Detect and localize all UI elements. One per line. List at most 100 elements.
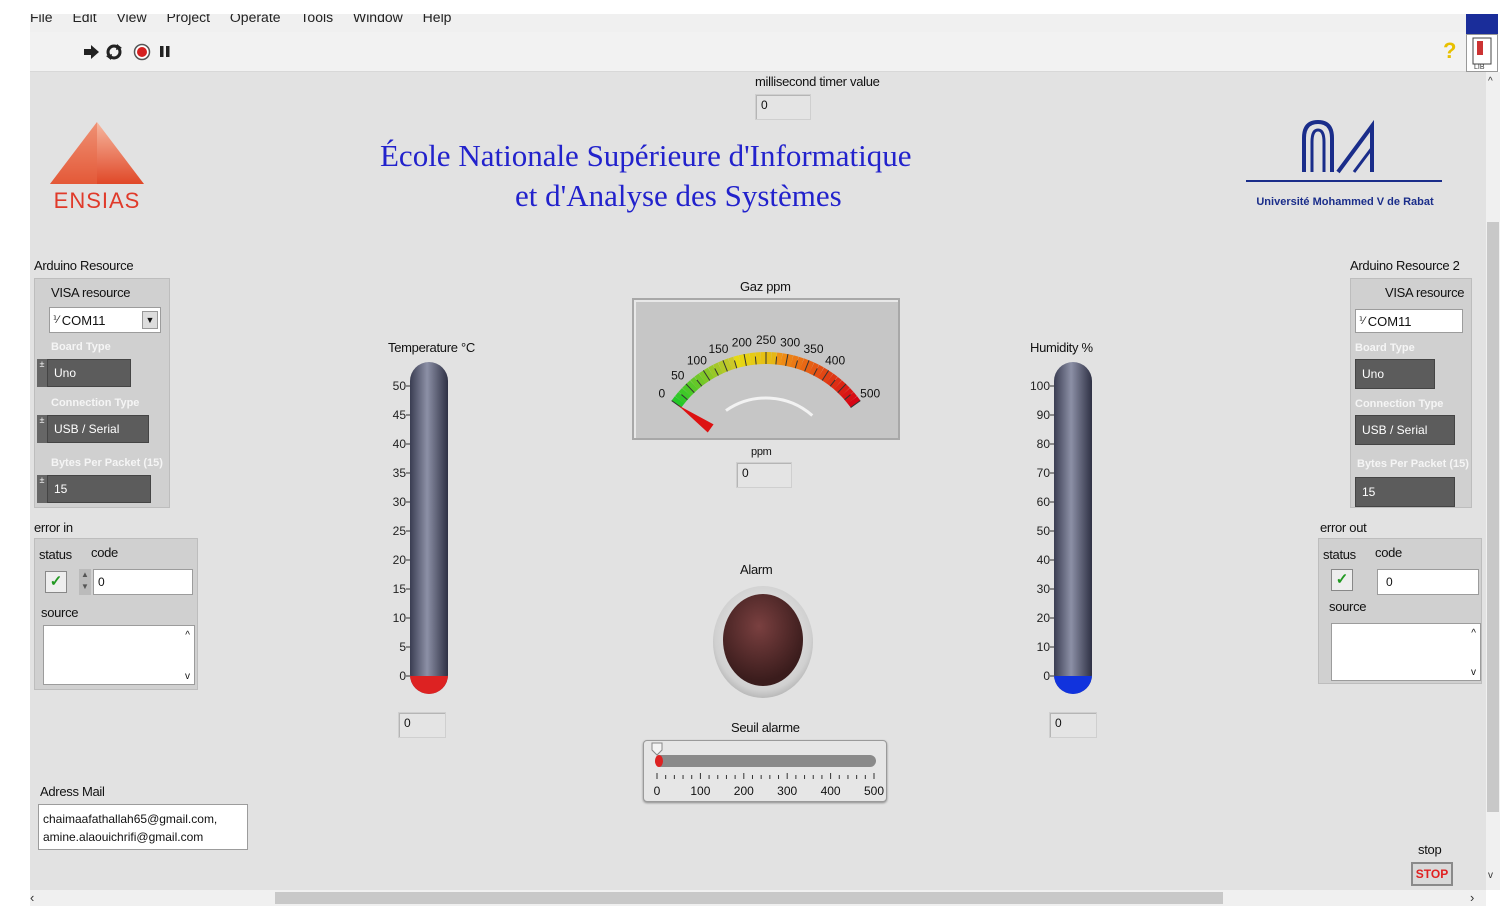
gauge-tick-label: 0 (658, 387, 665, 401)
timer-value: 0 (755, 94, 811, 120)
connection-type-stepper[interactable]: ± (37, 415, 47, 443)
alarm-led (713, 586, 813, 698)
board-type-stepper[interactable]: ± (37, 359, 47, 387)
gauge-color-band (674, 392, 688, 404)
university-name: Université Mohammed V de Rabat (1256, 196, 1434, 208)
menu-bar: File Edit View Project Operate Tools Win… (30, 14, 1466, 32)
horizontal-scrollbar[interactable]: ‹ › (30, 890, 1486, 906)
humidity-tick-label: 20 (1037, 611, 1051, 625)
gauge-color-band (698, 370, 710, 384)
adress-mail-line2: amine.alaouichrifi@gmail.com (43, 830, 204, 844)
temperature-value: 0 (398, 712, 446, 738)
gas-gauge: 0 50 100 150 200 250 300 350 400 500 (632, 298, 900, 440)
scroll-up-icon[interactable]: ^ (1471, 628, 1476, 639)
ensias-logo: ENSIAS (34, 118, 160, 218)
gauge-color-band (817, 367, 829, 381)
error-out-status-checkmark-icon: ✓ (1331, 569, 1353, 591)
menu-project[interactable]: Project (166, 14, 210, 25)
gauge-color-band (671, 396, 685, 408)
gauge-tick-label: 100 (687, 353, 707, 367)
vertical-scrollbar[interactable]: ^ v (1486, 72, 1500, 890)
gauge-color-band (775, 352, 783, 366)
bytes-per-packet-2-label: Bytes Per Packet (15) (1357, 458, 1469, 470)
gauge-color-band (795, 356, 804, 370)
bytes-per-packet-stepper[interactable]: ± (37, 475, 47, 503)
error-in-code-stepper[interactable]: ▲ ▼ (79, 569, 91, 595)
gauge-color-band (822, 370, 834, 384)
vertical-scroll-thumb[interactable] (1487, 222, 1499, 812)
stop-button[interactable]: STOP (1411, 862, 1453, 886)
arduino-resource-2-cluster: VISA resource ⅟ COM11 Board Type Uno Con… (1350, 278, 1472, 508)
slider-thumb[interactable] (651, 742, 663, 756)
run-continuously-icon[interactable] (105, 43, 123, 61)
humidity-thermometer: 1009080706050403020100 (1030, 362, 1092, 694)
slider-tick-label: 0 (654, 784, 661, 798)
error-out-label: error out (1320, 520, 1367, 535)
help-icon[interactable]: ? (1443, 38, 1456, 64)
error-out-code-value: 0 (1377, 569, 1479, 595)
gauge-color-band (833, 380, 846, 393)
error-in-code-label: code (91, 545, 118, 560)
humidity-tick-label: 0 (1043, 669, 1050, 683)
stop-label: stop (1418, 842, 1442, 857)
scroll-right-icon[interactable]: › (1470, 890, 1474, 905)
scroll-down-icon[interactable]: v (1488, 870, 1493, 881)
scroll-down-icon[interactable]: v (185, 671, 190, 682)
scroll-left-icon[interactable]: ‹ (30, 890, 34, 905)
menu-window[interactable]: Window (353, 14, 403, 25)
gauge-color-band (713, 362, 723, 376)
board-type-label: Board Type (51, 341, 111, 353)
gauge-color-band (844, 392, 858, 404)
menu-operate[interactable]: Operate (230, 14, 281, 25)
humidity-tick-label: 30 (1037, 582, 1051, 596)
scroll-down-icon[interactable]: v (1471, 667, 1476, 678)
arduino-resource-cluster: VISA resource ⅟ COM11 ▼ Board Type ± Uno… (34, 278, 170, 508)
temperature-tick-label: 45 (393, 408, 407, 422)
humidity-tick-label: 60 (1037, 495, 1051, 509)
seuil-alarme-slider[interactable]: 0 100 200 300 400 500 (643, 740, 887, 802)
gauge-color-band (694, 373, 706, 387)
board-type-ring[interactable]: Uno (47, 359, 131, 387)
connection-type-2-ring[interactable]: USB / Serial (1355, 415, 1455, 445)
gauge-tick-label: 50 (671, 368, 685, 382)
pause-icon[interactable] (159, 45, 171, 59)
bytes-per-packet-2-input[interactable]: 15 (1355, 477, 1455, 507)
adress-mail-input[interactable]: chaimaafathallah65@gmail.com, amine.alao… (38, 804, 248, 850)
dropdown-arrow-icon[interactable]: ▼ (142, 311, 158, 329)
seuil-alarme-label: Seuil alarme (731, 720, 800, 735)
error-in-status-checkmark-icon[interactable]: ✓ (45, 571, 67, 593)
run-arrow-icon[interactable] (82, 44, 100, 60)
horizontal-scroll-thumb[interactable] (275, 892, 1223, 904)
humidity-label: Humidity % (1030, 340, 1093, 355)
alarm-label: Alarm (740, 562, 773, 577)
gauge-unit-label: ppm (751, 446, 772, 458)
gauge-color-band (738, 354, 747, 367)
error-in-source-text[interactable]: ^ v (43, 625, 195, 685)
menu-view[interactable]: View (116, 14, 146, 25)
visa-resource-2-select[interactable]: ⅟ COM11 (1355, 309, 1463, 333)
menu-tools[interactable]: Tools (300, 14, 333, 25)
gauge-color-band (780, 353, 788, 366)
abort-icon[interactable] (133, 43, 151, 61)
scroll-up-icon[interactable]: ^ (185, 630, 190, 641)
temperature-tick-label: 35 (393, 466, 407, 480)
error-in-code-input[interactable]: 0 (93, 569, 193, 595)
svg-text:LIB: LIB (1474, 64, 1485, 71)
bytes-per-packet-input[interactable]: 15 (47, 475, 151, 503)
error-out-code-label: code (1375, 545, 1402, 560)
humidity-tick-label: 40 (1037, 553, 1051, 567)
menu-edit[interactable]: Edit (72, 14, 96, 25)
connection-type-label: Connection Type (51, 397, 140, 409)
menu-help[interactable]: Help (423, 14, 452, 25)
scroll-up-icon[interactable]: ^ (1488, 76, 1493, 87)
gauge-color-band (809, 362, 819, 376)
board-type-2-ring[interactable]: Uno (1355, 359, 1435, 389)
humidity-tick-label: 10 (1037, 640, 1051, 654)
connection-type-ring[interactable]: USB / Serial (47, 415, 149, 443)
gauge-tick-label: 150 (708, 342, 728, 356)
gauge-color-band (678, 387, 691, 400)
menu-file[interactable]: File (30, 14, 53, 25)
visa-resource-select[interactable]: ⅟ COM11 ▼ (49, 307, 161, 333)
temperature-tick-label: 30 (393, 495, 407, 509)
slider-tick-label: 100 (690, 784, 710, 798)
